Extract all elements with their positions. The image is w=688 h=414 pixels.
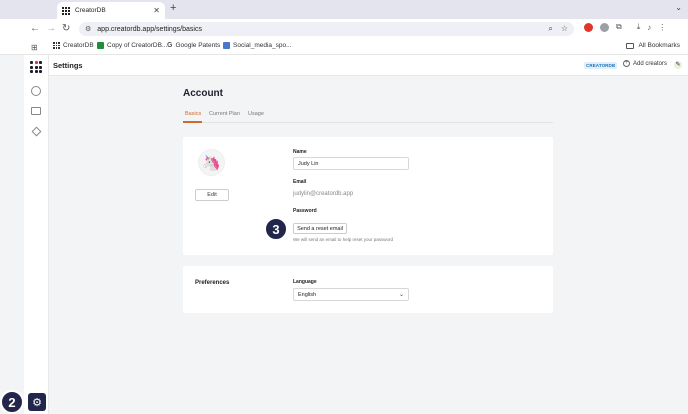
browser-tab[interactable]: CreatorDB ✕ [57,2,165,19]
tab-current-plan[interactable]: Current Plan [209,111,240,117]
profile-avatar: 🦄 [198,149,225,176]
bookmarks-bar: ⊞ CreatorDB Copy of CreatorDB... G Googl… [0,39,688,55]
bookmark-label: Social_media_spo... [233,42,292,49]
reload-icon[interactable]: ↻ [62,23,70,35]
tab-title: CreatorDB [75,7,106,14]
bookmark-social-media[interactable]: Social_media_spo... [223,42,292,49]
star-icon[interactable]: ☆ [561,24,568,34]
plus-circle-icon: + [623,60,630,67]
docs-icon [223,42,230,49]
chevron-down-icon: ⌄ [398,292,404,298]
step-badge-3: 3 [264,217,288,241]
site-settings-icon[interactable]: ⚙ [85,25,91,33]
download-icon[interactable]: ⤓ [637,22,641,32]
app-logo-icon[interactable] [30,61,42,73]
step-badge-2: 2 [0,390,24,414]
more-menu-icon[interactable]: ⋮ [658,23,666,32]
chevron-down-icon[interactable]: ⌄ [675,3,682,12]
edit-avatar-button[interactable]: Edit [195,189,229,201]
profile-icon[interactable]: ♪ [647,23,651,32]
password-label: Password [293,208,317,214]
send-reset-email-button[interactable]: Send a reset email [293,223,347,234]
extension-gray-icon[interactable] [600,22,609,32]
email-value: judylin@creatordb.app [293,191,354,197]
folder-icon [626,42,635,49]
active-tab-indicator [183,121,202,123]
email-label: Email [293,179,307,185]
globe-icon[interactable] [31,86,41,96]
reset-helper-text: We will send an email to help reset your… [293,237,393,242]
basics-card: 🦄 Edit Name Judy Lin Email judylin@creat… [183,137,553,255]
account-heading: Account [183,88,223,99]
address-bar-row: ← → ↻ ⚙ app.creatordb.app/settings/basic… [0,19,688,39]
extensions-puzzle-icon[interactable]: ⧉ [616,22,622,32]
add-creators-button[interactable]: + Add creators [623,60,667,67]
apps-grid-icon[interactable]: ⊞ [31,43,38,52]
all-bookmarks-label: All Bookmarks [638,42,680,49]
bookmark-google-patents[interactable]: G Google Patents [167,42,220,49]
add-creators-label: Add creators [633,60,668,67]
language-value: English [298,291,317,298]
name-label: Name [293,149,307,155]
bookmark-label: Copy of CreatorDB... [107,42,168,49]
bookmark-copy-of-creatordb[interactable]: Copy of CreatorDB... [97,42,167,49]
tab-basics[interactable]: Basics [185,111,201,117]
search-icon[interactable]: ⌕ [548,24,552,34]
all-bookmarks-button[interactable]: All Bookmarks [626,42,680,49]
name-field[interactable]: Judy Lin [293,157,409,170]
close-icon[interactable]: ✕ [153,6,160,15]
back-arrow-icon[interactable]: ← [30,23,40,35]
google-icon: G [167,42,173,49]
browser-tab-strip: CreatorDB ✕ + ⌄ [0,0,688,19]
extension-red-icon[interactable] [584,22,593,32]
page-title: Settings [53,61,83,70]
omnibox[interactable]: ⚙ app.creatordb.app/settings/basics ⌕ ☆ [79,22,574,36]
creatordb-favicon-icon [62,6,70,15]
app-sidebar [24,55,49,414]
gear-icon: ⚙ [32,396,42,409]
avatar[interactable]: ✎ [674,61,682,69]
url-text[interactable]: app.creatordb.app/settings/basics [97,26,548,33]
preferences-card: Preferences Language English ⌄ [183,266,553,313]
settings-tabs: Basics Current Plan Usage [183,110,553,123]
tab-usage[interactable]: Usage [248,111,264,117]
app-header: Settings CREATORDB + Add creators ✎ [49,55,688,76]
new-tab-button[interactable]: + [170,2,176,14]
settings-gear-button[interactable]: ⚙ [28,393,46,411]
bookmark-creatordb[interactable]: CreatorDB [53,42,94,49]
diamond-icon[interactable] [31,126,42,137]
forward-arrow-icon[interactable]: → [46,23,56,35]
folder-icon[interactable] [31,107,41,115]
bookmark-label: Google Patents [175,42,221,49]
bookmark-label: CreatorDB [63,42,94,49]
sheets-icon [97,42,104,49]
language-select[interactable]: English ⌄ [293,288,409,301]
language-label: Language [293,279,317,285]
brand-chip: CREATORDB [584,62,618,69]
creatordb-favicon-icon [53,42,60,49]
preferences-title: Preferences [195,280,230,286]
